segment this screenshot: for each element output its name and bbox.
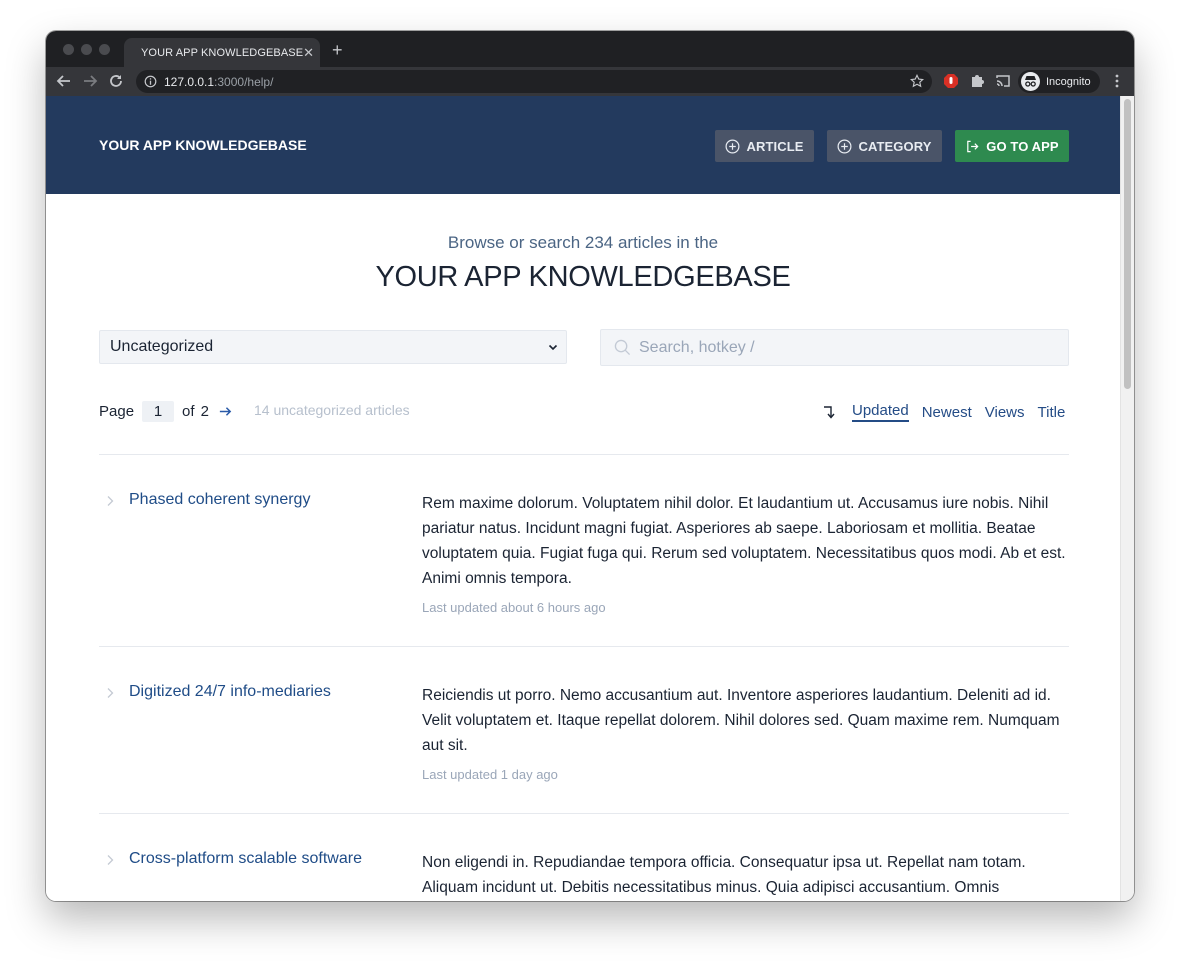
- plus-circle-icon: [837, 139, 852, 153]
- site-header: YOUR APP KNOWLEDGEBASE ARTICLE CATEGORY …: [46, 96, 1120, 194]
- plus-circle-icon: [725, 139, 740, 153]
- search-box[interactable]: [600, 329, 1069, 366]
- sign-out-icon: [967, 140, 979, 152]
- divider: [99, 813, 1069, 814]
- of-label: of: [182, 402, 195, 420]
- browser-window: YOUR APP KNOWLEDGEBASE ✕ + 127.0.0.1:300…: [46, 31, 1134, 901]
- sort-updated[interactable]: Updated: [852, 402, 909, 422]
- chevron-right-icon[interactable]: [105, 495, 115, 507]
- hero-subtitle: Browse or search 234 articles in the: [447, 233, 719, 252]
- article-excerpt-text: Reiciendis ut porro. Nemo accusantium au…: [422, 687, 1060, 754]
- sort-options: Updated Newest Views Title: [822, 399, 1065, 425]
- address-bar[interactable]: 127.0.0.1:3000/help/: [136, 70, 932, 93]
- current-page-input[interactable]: 1: [142, 400, 175, 422]
- incognito-label: Incognito: [1046, 75, 1091, 88]
- incognito-profile-button[interactable]: Incognito: [1018, 70, 1100, 93]
- forward-arrow-icon[interactable]: [82, 73, 98, 89]
- article-title[interactable]: Phased coherent synergy: [129, 491, 310, 509]
- search-input[interactable]: [639, 338, 1039, 357]
- tab-close-icon[interactable]: ✕: [303, 46, 314, 59]
- reload-icon[interactable]: [108, 73, 124, 89]
- go-to-app-button[interactable]: GO TO APP: [955, 130, 1069, 162]
- category-select-value: Uncategorized: [110, 338, 214, 355]
- article-excerpt: Rem maxime dolorum. Voluptatem nihil dol…: [422, 491, 1072, 620]
- article-title[interactable]: Digitized 24/7 info-mediaries: [129, 683, 331, 701]
- new-category-button[interactable]: CATEGORY: [827, 130, 942, 162]
- hero-title: YOUR APP KNOWLEDGEBASE: [375, 261, 791, 293]
- chevron-down-icon: [548, 344, 558, 351]
- site-info-icon[interactable]: [144, 75, 157, 88]
- minimize-window-button[interactable]: [81, 44, 92, 55]
- go-to-app-label: GO TO APP: [986, 138, 1059, 154]
- divider: [99, 646, 1069, 647]
- scrollbar-thumb[interactable]: [1124, 99, 1131, 389]
- total-pages: 2: [200, 402, 209, 420]
- cast-icon[interactable]: [995, 73, 1011, 89]
- new-article-button[interactable]: ARTICLE: [715, 130, 814, 162]
- sort-direction-icon[interactable]: [822, 404, 838, 420]
- article-count: 14 uncategorized articles: [254, 402, 410, 418]
- browser-tab[interactable]: YOUR APP KNOWLEDGEBASE ✕: [124, 38, 320, 67]
- browser-menu-icon[interactable]: [1109, 73, 1125, 89]
- page-label: Page: [99, 402, 135, 420]
- brand-title[interactable]: YOUR APP KNOWLEDGEBASE: [99, 137, 307, 153]
- browser-toolbar: 127.0.0.1:3000/help/ Incognito: [46, 67, 1134, 96]
- category-select[interactable]: Uncategorized: [99, 330, 567, 364]
- article-updated: Last updated about 6 hours ago: [422, 600, 606, 615]
- pagination: Page 1 of 2: [99, 399, 233, 423]
- article-excerpt-text: Rem maxime dolorum. Voluptatem nihil dol…: [422, 495, 1066, 587]
- back-arrow-icon[interactable]: [56, 73, 72, 89]
- sort-newest[interactable]: Newest: [922, 404, 972, 421]
- sort-title[interactable]: Title: [1038, 404, 1066, 421]
- chevron-right-icon[interactable]: [105, 687, 115, 699]
- page-viewport: YOUR APP KNOWLEDGEBASE ARTICLE CATEGORY …: [46, 96, 1120, 901]
- url-host: 127.0.0.1: [164, 74, 215, 89]
- new-tab-button[interactable]: +: [332, 41, 343, 59]
- url-path: :3000/help/: [214, 74, 274, 89]
- close-window-button[interactable]: [63, 44, 74, 55]
- incognito-icon: [1021, 72, 1040, 91]
- new-category-label: CATEGORY: [858, 138, 932, 154]
- article-title[interactable]: Cross-platform scalable software: [129, 850, 362, 868]
- new-article-label: ARTICLE: [746, 138, 804, 154]
- extensions-puzzle-icon[interactable]: [969, 73, 985, 89]
- tab-title: YOUR APP KNOWLEDGEBASE: [141, 46, 304, 59]
- next-page-arrow-icon[interactable]: [218, 404, 233, 419]
- article-excerpt-text: Non eligendi in. Repudiandae tempora off…: [422, 854, 1026, 896]
- article-excerpt: Non eligendi in. Repudiandae tempora off…: [422, 850, 1072, 900]
- extension-adblock-icon[interactable]: [943, 73, 959, 89]
- sort-views[interactable]: Views: [985, 404, 1025, 421]
- search-icon: [614, 339, 631, 356]
- tab-strip: YOUR APP KNOWLEDGEBASE ✕ +: [46, 31, 1134, 67]
- maximize-window-button[interactable]: [99, 44, 110, 55]
- article-updated: Last updated 1 day ago: [422, 767, 558, 782]
- divider: [99, 454, 1069, 455]
- article-excerpt: Reiciendis ut porro. Nemo accusantium au…: [422, 683, 1072, 787]
- page-scrollbar[interactable]: [1120, 96, 1134, 901]
- bookmark-star-icon[interactable]: [910, 74, 924, 88]
- chevron-right-icon[interactable]: [105, 854, 115, 866]
